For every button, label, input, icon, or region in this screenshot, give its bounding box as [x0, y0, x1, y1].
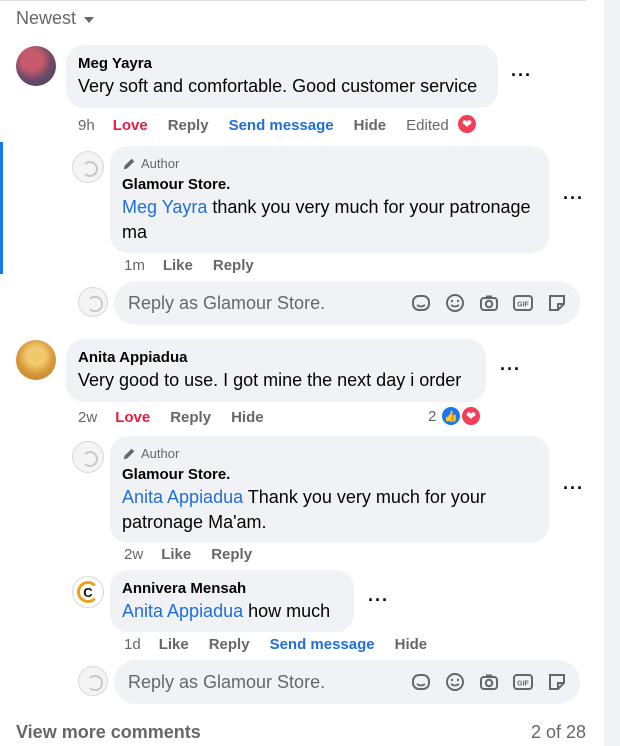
timestamp[interactable]: 1m: [124, 257, 145, 274]
sticker-icon[interactable]: [546, 292, 568, 314]
top-divider: [0, 0, 586, 1]
svg-text:GIF: GIF: [517, 302, 529, 309]
gif-icon[interactable]: GIF: [512, 292, 534, 314]
more-options-icon[interactable]: ···: [563, 189, 584, 207]
comment-actions: 2w Love Reply Hide: [78, 409, 284, 426]
reply-text: how much: [243, 601, 331, 621]
comment-actions: 9h Love Reply Send message Hide Edited: [78, 117, 449, 134]
mention-link[interactable]: Meg Yayra: [122, 197, 207, 217]
like-button[interactable]: Like: [163, 257, 193, 274]
like-icon[interactable]: 👍: [440, 405, 462, 427]
svg-text:GIF: GIF: [517, 681, 529, 688]
send-message-button[interactable]: Send message: [229, 117, 334, 134]
comment-text: Very good to use. I got mine the next da…: [78, 370, 462, 390]
reaction-count[interactable]: 2: [428, 408, 436, 425]
reply-actions: 1m Like Reply: [124, 257, 274, 274]
reply-placeholder: Reply as Glamour Store.: [128, 292, 326, 313]
more-options-icon[interactable]: ···: [563, 479, 584, 497]
avatar[interactable]: [16, 46, 56, 86]
pencil-icon: [123, 158, 135, 170]
caret-down-icon: [84, 17, 95, 23]
reply-placeholder: Reply as Glamour Store.: [128, 671, 326, 692]
author-tag: Author: [122, 445, 537, 463]
like-button[interactable]: Like: [159, 636, 189, 653]
heart-icon[interactable]: ❤: [456, 113, 478, 135]
more-options-icon[interactable]: ···: [511, 66, 532, 84]
comment-text: Very soft and comfortable. Good customer…: [78, 76, 478, 96]
reply-author[interactable]: Glamour Store.: [122, 175, 537, 195]
reply-input[interactable]: Reply as Glamour Store. GIF: [114, 660, 580, 704]
sticker-face-icon[interactable]: [410, 671, 432, 693]
pencil-icon: [123, 448, 135, 460]
scrollbar[interactable]: [604, 0, 620, 746]
author-tag-label: Author: [141, 446, 180, 461]
mention-link[interactable]: Anita Appiadua: [122, 601, 243, 621]
avatar[interactable]: [16, 340, 56, 380]
heart-icon[interactable]: ❤: [460, 405, 482, 427]
reply-input[interactable]: Reply as Glamour Store. GIF: [114, 281, 580, 325]
hide-button[interactable]: Hide: [231, 409, 264, 426]
sticker-icon[interactable]: [546, 671, 568, 693]
reply-bubble: Author Glamour Store. Anita Appiadua Tha…: [110, 436, 549, 543]
reply-button[interactable]: Reply: [211, 546, 252, 563]
reply-button[interactable]: Reply: [170, 409, 211, 426]
comment-author[interactable]: Anita Appiadua: [78, 348, 474, 368]
sort-label: Newest: [16, 8, 77, 28]
love-button[interactable]: Love: [115, 409, 150, 426]
hide-button[interactable]: Hide: [395, 636, 428, 653]
view-more-comments-link[interactable]: View more comments: [16, 722, 201, 743]
camera-icon[interactable]: [478, 292, 500, 314]
reply-actions: 2w Like Reply: [124, 546, 272, 563]
mention-link[interactable]: Anita Appiadua: [122, 487, 243, 507]
more-options-icon[interactable]: ···: [368, 591, 389, 609]
camera-icon[interactable]: [478, 671, 500, 693]
timestamp[interactable]: 2w: [124, 546, 143, 563]
more-options-icon[interactable]: ···: [500, 360, 521, 378]
reply-button[interactable]: Reply: [213, 257, 254, 274]
avatar[interactable]: [72, 151, 104, 183]
reply-bubble: Annivera Mensah Anita Appiadua how much: [110, 570, 354, 632]
send-message-button[interactable]: Send message: [270, 636, 375, 653]
avatar: [78, 287, 108, 317]
timestamp[interactable]: 2w: [78, 409, 97, 426]
edited-label[interactable]: Edited: [406, 117, 449, 134]
avatar[interactable]: [72, 441, 104, 473]
author-tag-label: Author: [141, 156, 180, 171]
reply-actions: 1d Like Reply Send message Hide: [124, 636, 447, 653]
comment-count: 2 of 28: [530, 722, 586, 742]
hide-button[interactable]: Hide: [354, 117, 387, 134]
sticker-face-icon[interactable]: [410, 292, 432, 314]
timestamp[interactable]: 9h: [78, 117, 95, 134]
emoji-icon[interactable]: [444, 292, 466, 314]
comment-bubble: Meg Yayra Very soft and comfortable. Goo…: [66, 45, 498, 108]
thread-highlight: [0, 142, 3, 274]
comment-bubble: Anita Appiadua Very good to use. I got m…: [66, 339, 486, 402]
reply-button[interactable]: Reply: [209, 636, 250, 653]
timestamp[interactable]: 1d: [124, 636, 141, 653]
reply-author[interactable]: Glamour Store.: [122, 465, 537, 485]
love-button[interactable]: Love: [113, 117, 148, 134]
reply-button[interactable]: Reply: [168, 117, 209, 134]
emoji-icon[interactable]: [444, 671, 466, 693]
gif-icon[interactable]: GIF: [512, 671, 534, 693]
comment-author[interactable]: Meg Yayra: [78, 54, 486, 74]
sort-dropdown[interactable]: Newest: [16, 8, 95, 29]
avatar[interactable]: C: [72, 576, 104, 608]
reply-bubble: Author Glamour Store. Meg Yayra thank yo…: [110, 146, 549, 253]
like-button[interactable]: Like: [161, 546, 191, 563]
author-tag: Author: [122, 155, 537, 173]
reply-author[interactable]: Annivera Mensah: [122, 579, 342, 599]
avatar: [78, 666, 108, 696]
